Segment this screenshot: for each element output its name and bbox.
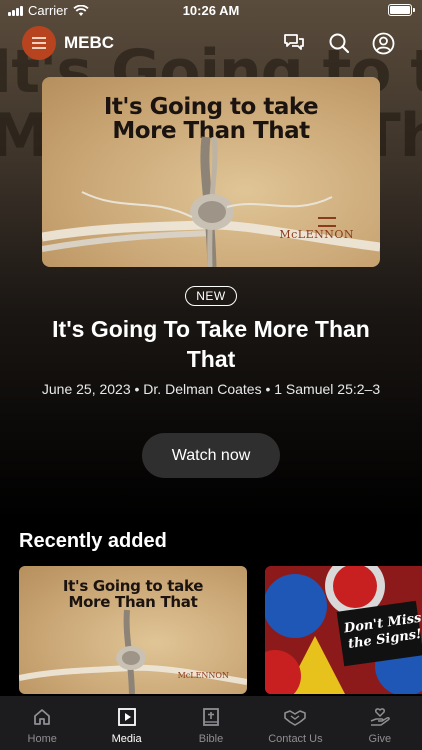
battery-icon bbox=[388, 4, 415, 16]
tab-label: Home bbox=[27, 733, 57, 745]
recent-item[interactable]: Don't Miss the Signs! bbox=[265, 566, 422, 694]
chat-icon[interactable] bbox=[281, 30, 307, 56]
sermon-title: It's Going To Take More Than That bbox=[52, 316, 370, 372]
recent-item[interactable]: It's Going to take More Than That McLENN… bbox=[19, 566, 247, 694]
profile-icon[interactable] bbox=[370, 30, 396, 56]
tab-home[interactable]: Home bbox=[0, 696, 84, 750]
new-badge: NEW bbox=[185, 286, 237, 306]
section-heading-recent: Recently added bbox=[19, 530, 167, 552]
tab-media[interactable]: Media bbox=[84, 696, 168, 750]
featured-sermon-artwork[interactable]: It's Going to take More Than That McLENN… bbox=[42, 77, 380, 267]
bible-icon bbox=[200, 706, 222, 728]
tab-contact-us[interactable]: Contact Us bbox=[253, 696, 337, 750]
search-icon[interactable] bbox=[326, 30, 352, 56]
home-icon bbox=[31, 706, 53, 728]
watch-now-button[interactable]: Watch now bbox=[142, 433, 280, 478]
give-icon bbox=[369, 706, 391, 728]
sermon-meta: June 25, 2023 • Dr. Delman Coates • 1 Sa… bbox=[41, 381, 381, 397]
church-logo[interactable] bbox=[22, 26, 56, 60]
tab-bar: Home Media Bible Contact Us Give bbox=[0, 696, 422, 750]
tab-label: Media bbox=[111, 733, 142, 745]
tab-give[interactable]: Give bbox=[338, 696, 422, 750]
app-header: MEBC bbox=[0, 26, 422, 62]
app-title: MEBC bbox=[64, 33, 115, 52]
recent-item-brand: McLENNON bbox=[177, 671, 229, 680]
play-icon bbox=[116, 706, 138, 728]
tab-label: Contact Us bbox=[268, 733, 323, 745]
handshake-icon bbox=[284, 706, 307, 728]
status-bar: Carrier 10:26 AM bbox=[0, 0, 422, 22]
tab-label: Bible bbox=[198, 733, 224, 745]
tab-label: Give bbox=[368, 733, 392, 745]
status-time: 10:26 AM bbox=[182, 3, 240, 18]
artwork-brand: McLENNON bbox=[279, 228, 354, 241]
tab-bible[interactable]: Bible bbox=[169, 696, 253, 750]
brand-mark-icon bbox=[318, 217, 336, 227]
